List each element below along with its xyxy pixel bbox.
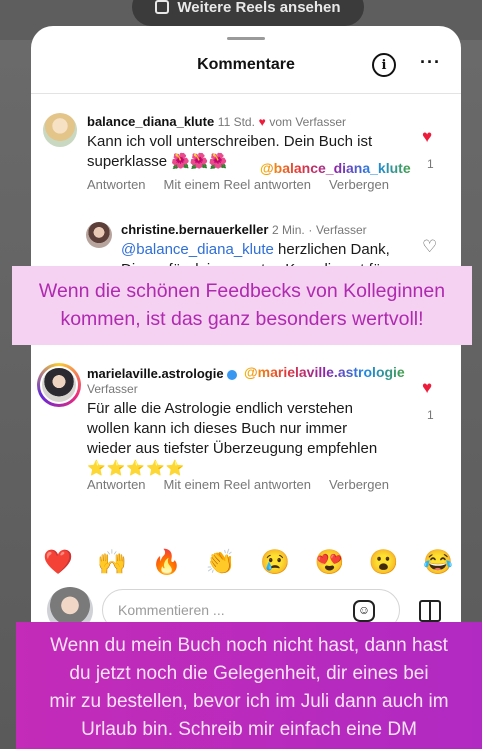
avatar[interactable] [40,366,78,404]
comment-text: Für alle die Astrologie endlich verstehe… [87,399,417,479]
gift-icon[interactable] [419,600,441,622]
sheet-grabber[interactable] [227,37,265,40]
story-text-overlay-top: Wenn die schönen Feedbecks von Kolleginn… [12,266,472,345]
mention-sticker: @marielaville.astrologie [244,364,405,380]
emoji-surprised[interactable]: 😮 [369,548,399,577]
avatar[interactable] [43,113,77,147]
sheet-title: Kommentare [197,56,295,73]
comment-username[interactable]: christine.bernauerkeller 2 Min. · Verfas… [121,222,367,237]
comment-actions: Antworten Mit einem Reel antworten Verbe… [87,177,389,192]
flower-emojis: 🌺🌺🌺 [171,153,228,170]
avatar[interactable] [86,222,112,248]
like-heart-icon[interactable]: ♥ [422,128,432,145]
author-badge: Verfasser [315,223,367,237]
author-badge: vom Verfasser [269,115,347,129]
hide-button[interactable]: Verbergen [329,177,389,192]
star-emojis: ⭐⭐⭐⭐⭐ [87,460,186,477]
mention-sticker: @balance_diana_klute [260,160,411,176]
heart-icon: ♥ [258,115,266,129]
emoji-fire[interactable]: 🔥 [152,548,182,577]
emoji-heart-eyes[interactable]: 😍 [314,548,344,577]
sticker-icon[interactable]: ☺ [353,600,375,622]
mention-link[interactable]: @balance_diana_klute [121,241,274,258]
reels-icon [155,0,170,14]
emoji-clap[interactable]: 👏 [206,548,236,577]
like-count: 1 [427,408,434,422]
emoji-heart[interactable]: ❤️ [43,548,73,577]
more-reels-label: Weitere Reels ansehen [177,0,341,16]
emoji-laughing[interactable]: 😂 [423,548,453,577]
story-text-overlay-bottom: Wenn du mein Buch noch nicht hast, dann … [16,622,482,749]
like-count: 1 [427,157,434,171]
emoji-reaction-bar: ❤️ 🙌 🔥 👏 😢 😍 😮 😂 [43,542,453,582]
info-icon[interactable]: i [372,53,396,77]
header-divider [31,93,461,94]
reply-button[interactable]: Antworten [87,177,146,192]
comment-username[interactable]: balance_diana_klute 11 Std. ♥ vom Verfas… [87,114,346,129]
like-heart-outline-icon[interactable]: ♡ [422,238,437,255]
comment-username[interactable]: marielaville.astrologie [87,366,237,381]
reel-reply-button[interactable]: Mit einem Reel antworten [164,177,311,192]
author-badge: Verfasser [87,382,138,396]
comment-actions: Antworten Mit einem Reel antworten Verbe… [87,477,389,492]
reply-button[interactable]: Antworten [87,477,146,492]
emoji-raised-hands[interactable]: 🙌 [97,548,127,577]
comment-time: 11 Std. [217,115,255,129]
reel-reply-button[interactable]: Mit einem Reel antworten [164,477,311,492]
comment-time: 2 Min. [272,223,305,237]
verified-icon [226,369,237,380]
like-heart-icon[interactable]: ♥ [422,379,432,396]
hide-button[interactable]: Verbergen [329,477,389,492]
more-options-icon[interactable]: ··· [420,52,441,73]
more-reels-button[interactable]: Weitere Reels ansehen [132,0,364,26]
emoji-crying[interactable]: 😢 [260,548,290,577]
